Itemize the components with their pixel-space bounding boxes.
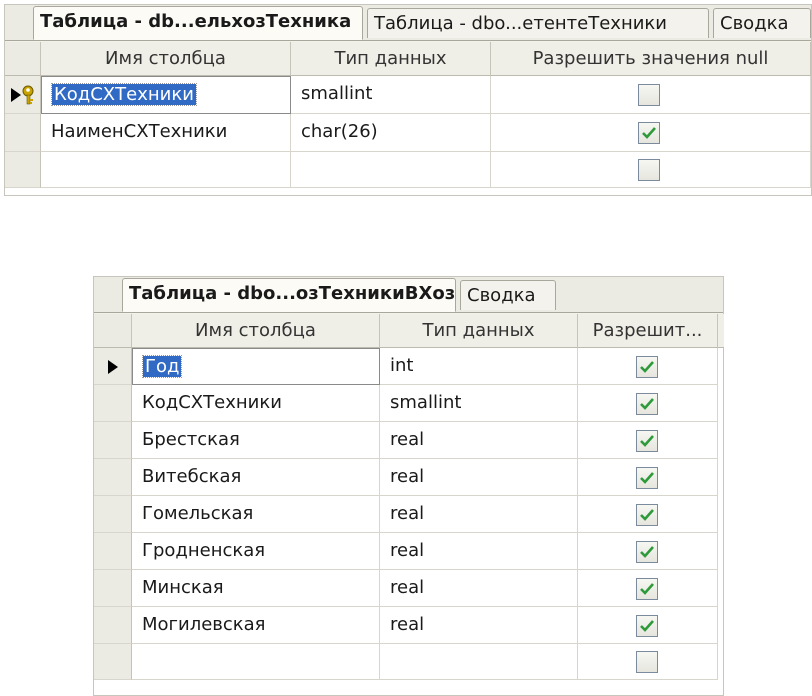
column-name-text: Год [141,355,183,378]
cell-data-type[interactable]: smallint [380,385,578,422]
checkmark-icon [640,620,654,632]
checkmark-icon [640,435,654,447]
cell-data-type[interactable]: real [380,533,578,570]
cell-column-name[interactable]: Могилевская [132,607,380,644]
checkmark-icon [640,361,654,373]
allow-nulls-checkbox[interactable] [636,393,658,415]
cell-allow-nulls [578,385,718,422]
cell-allow-nulls [578,570,718,607]
checkmark-icon [640,583,654,595]
allow-nulls-checkbox[interactable] [636,541,658,563]
column-name-text: КодСХТехники [51,83,197,106]
row-selector[interactable] [5,152,41,188]
cell-data-type[interactable]: real [380,459,578,496]
tab-summary[interactable]: Сводка [460,280,556,310]
row-selector[interactable] [5,76,41,114]
cell-data-type[interactable]: smallint [291,76,491,114]
cell-column-name[interactable]: Витебская [132,459,380,496]
primary-key-icon [22,85,34,105]
allow-nulls-checkbox[interactable] [636,430,658,452]
cell-allow-nulls [491,114,811,152]
tab-table-agricultural-machinery[interactable]: Таблица - db...ельхозТехника [33,6,363,40]
allow-nulls-checkbox[interactable] [636,615,658,637]
cell-data-type[interactable]: int [380,348,578,385]
cell-data-type[interactable]: char(26) [291,114,491,152]
row-selector[interactable] [94,607,132,644]
current-row-arrow-icon [11,88,21,102]
cell-column-name[interactable] [132,644,380,680]
cell-column-name[interactable]: НаименСХТехники [41,114,291,152]
row-selector[interactable] [94,533,132,570]
cell-column-name[interactable]: Год [132,348,380,385]
cell-allow-nulls [491,76,811,114]
columns-grid: Имя столбца Тип данных Разрешит... Год in… [94,314,724,695]
tab-table-machinery-in-farms[interactable]: Таблица - dbo...озТехникиВХоз [122,278,456,312]
row-selector[interactable] [94,570,132,607]
table-designer-panel-1: Таблица - db...ельхозТехника Таблица - d… [4,4,812,196]
cell-column-name[interactable]: Минская [132,570,380,607]
column-header-allow-nulls[interactable]: Разрешит... [578,314,718,348]
column-header-name[interactable]: Имя столбца [132,314,380,348]
cell-data-type[interactable]: real [380,422,578,459]
cell-allow-nulls [578,607,718,644]
checkmark-icon [640,472,654,484]
row-selector[interactable] [94,496,132,533]
cell-column-name[interactable]: Брестская [132,422,380,459]
cell-data-type[interactable] [380,644,578,680]
column-header-type[interactable]: Тип данных [380,314,578,348]
cell-data-type[interactable]: real [380,570,578,607]
allow-nulls-checkbox[interactable] [638,84,660,106]
cell-allow-nulls [578,644,718,680]
allow-nulls-checkbox[interactable] [638,159,660,181]
row-selector[interactable] [5,114,41,152]
allow-nulls-checkbox[interactable] [636,651,658,673]
cell-column-name[interactable]: Гомельская [132,496,380,533]
row-selector[interactable] [94,644,132,680]
tab-strip: Таблица - dbo...озТехникиВХоз Сводка [94,277,723,313]
cell-allow-nulls [578,533,718,570]
row-selector[interactable] [94,459,132,496]
cell-data-type[interactable]: real [380,496,578,533]
allow-nulls-checkbox[interactable] [636,504,658,526]
cell-allow-nulls [578,496,718,533]
allow-nulls-checkbox[interactable] [636,578,658,600]
table-designer-panel-2: Таблица - dbo...озТехникиВХоз Сводка Имя… [93,276,724,696]
cell-column-name[interactable] [41,152,291,188]
row-selector[interactable] [94,422,132,459]
cell-column-name[interactable]: КодСХТехники [41,76,291,114]
allow-nulls-checkbox[interactable] [636,356,658,378]
grid-corner [94,314,132,348]
cell-column-name[interactable]: Гродненская [132,533,380,570]
column-header-name[interactable]: Имя столбца [41,42,291,76]
columns-grid: Имя столбца Тип данных Разрешить значени… [5,42,811,195]
grid-header-filler [718,314,724,348]
tab-strip: Таблица - db...ельхозТехника Таблица - d… [5,5,811,41]
row-selector[interactable] [94,348,132,385]
allow-nulls-checkbox[interactable] [636,467,658,489]
cell-data-type[interactable]: real [380,607,578,644]
current-row-arrow-icon [108,360,118,374]
checkmark-icon [640,509,654,521]
checkmark-icon [640,398,654,410]
grid-corner [5,42,41,76]
checkmark-icon [642,127,656,139]
checkmark-icon [640,546,654,558]
allow-nulls-checkbox[interactable] [638,122,660,144]
row-selector[interactable] [94,385,132,422]
cell-allow-nulls [578,348,718,385]
cell-allow-nulls [578,459,718,496]
tab-table-competent-machinery[interactable]: Таблица - dbo...етентеТехники [367,8,709,38]
cell-allow-nulls [491,152,811,188]
cell-column-name[interactable]: КодСХТехники [132,385,380,422]
column-header-allow-nulls[interactable]: Разрешить значения null [491,42,811,76]
cell-data-type[interactable] [291,152,491,188]
cell-allow-nulls [578,422,718,459]
column-header-type[interactable]: Тип данных [291,42,491,76]
tab-summary[interactable]: Сводка [713,8,811,38]
